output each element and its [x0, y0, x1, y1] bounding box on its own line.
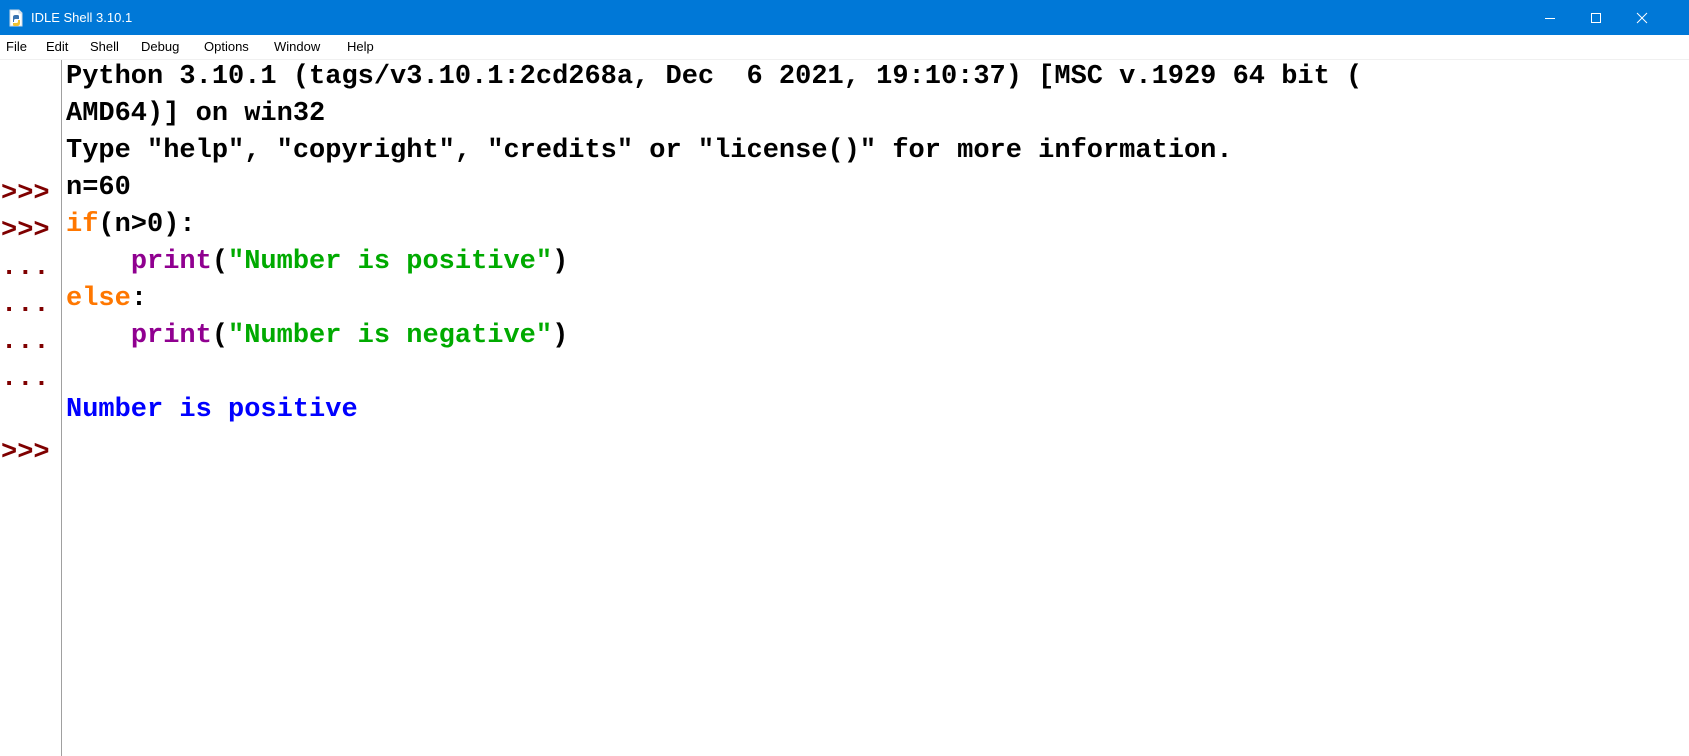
keyword-if: if [66, 210, 99, 240]
code-line: n=60 [66, 173, 131, 203]
python-idle-icon [7, 9, 25, 27]
menu-bar: File Edit Shell Debug Options Window Hel… [0, 35, 1689, 60]
string-literal: "Number is positive" [228, 247, 553, 277]
maximize-icon [1591, 12, 1601, 23]
program-output: Number is positive [66, 395, 358, 425]
idle-shell-window: IDLE Shell 3.10.1 File Edit Shell Debug … [0, 0, 1689, 756]
menu-help[interactable]: Help [347, 40, 374, 54]
close-button[interactable] [1619, 0, 1665, 35]
keyword-else: else [66, 284, 131, 314]
title-bar[interactable]: IDLE Shell 3.10.1 [0, 0, 1689, 35]
menu-edit[interactable]: Edit [46, 40, 68, 54]
primary-prompt: >>> [1, 438, 50, 468]
banner-line: Type "help", "copyright", "credits" or "… [66, 136, 1233, 166]
continuation-prompt: ... [1, 290, 50, 320]
menu-file[interactable]: File [6, 40, 27, 54]
continuation-prompt: ... [1, 327, 50, 357]
menu-shell[interactable]: Shell [90, 40, 119, 54]
menu-window[interactable]: Window [274, 40, 320, 54]
code-line: if(n>0): [66, 208, 196, 242]
continuation-prompt: ... [1, 364, 50, 394]
code-text: ) [552, 321, 569, 351]
code-text: ) [552, 247, 569, 277]
shell-text-area[interactable]: Python 3.10.1 (tags/v3.10.1:2cd268a, Dec… [62, 60, 1689, 756]
code-text: : [130, 284, 148, 314]
banner-line: Python 3.10.1 (tags/v3.10.1:2cd268a, Dec… [66, 62, 1363, 92]
continuation-prompt: ... [1, 253, 50, 283]
window-title: IDLE Shell 3.10.1 [31, 10, 133, 25]
builtin-print: print [130, 247, 212, 277]
menu-options[interactable]: Options [204, 40, 249, 54]
minimize-button[interactable] [1527, 0, 1573, 35]
minimize-icon [1545, 17, 1555, 19]
string-literal: "Number is negative" [228, 321, 553, 351]
builtin-print: print [130, 321, 212, 351]
code-line: print("Number is negative") [66, 319, 568, 353]
code-text: (n>0): [98, 210, 196, 240]
banner-line: AMD64)] on win32 [66, 99, 326, 129]
close-icon [1636, 12, 1648, 23]
prompt-sidebar: >>> >>> ... ... ... ... >>> [0, 60, 62, 756]
primary-prompt: >>> [1, 179, 50, 209]
menu-debug[interactable]: Debug [141, 40, 179, 54]
primary-prompt: >>> [1, 216, 50, 246]
code-line: print("Number is positive") [66, 245, 568, 279]
code-text: ( [211, 247, 229, 277]
code-line: else: [66, 282, 147, 316]
maximize-button[interactable] [1573, 0, 1619, 35]
code-text: ( [211, 321, 229, 351]
